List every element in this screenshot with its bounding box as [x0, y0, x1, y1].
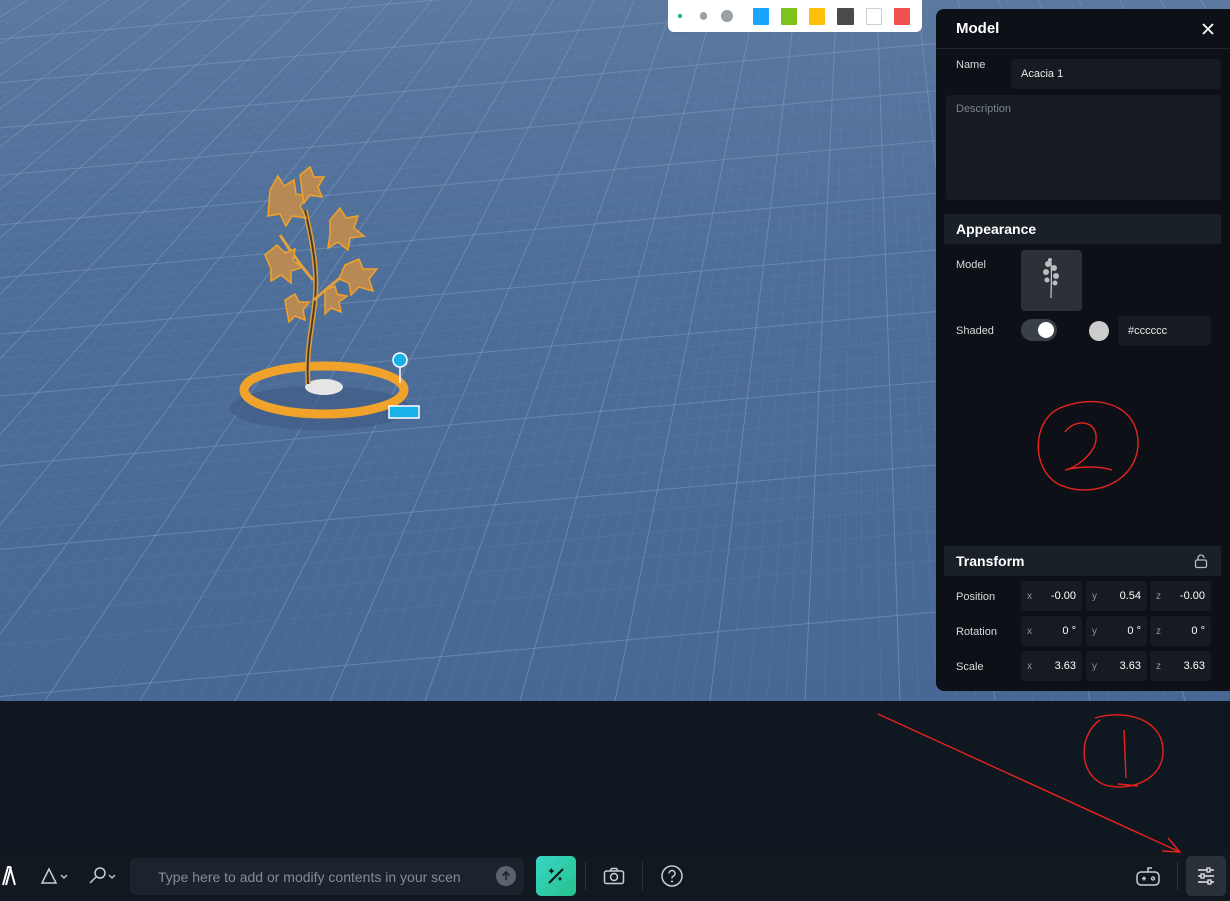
- settings-sliders-button[interactable]: [1186, 856, 1226, 896]
- sliders-icon: [1198, 867, 1214, 885]
- rotation-label: Rotation: [956, 626, 997, 638]
- plant-icon: [1043, 258, 1059, 299]
- color-swatch-red[interactable]: [893, 7, 910, 25]
- color-swatch-yellow[interactable]: [809, 7, 826, 25]
- brush-size-small[interactable]: [678, 14, 682, 18]
- color-swatch-dark-gray[interactable]: [837, 7, 854, 25]
- name-label: Name: [956, 59, 986, 71]
- rotation-z-field[interactable]: z 0 °: [1150, 616, 1211, 646]
- rotation-y-field[interactable]: y 0 °: [1086, 616, 1147, 646]
- plant-leaves: [264, 165, 379, 324]
- color-swatch-blue[interactable]: [752, 7, 770, 25]
- model-properties-panel: Model Name Appearance Model Shaded Trans…: [936, 9, 1230, 691]
- scale-y-field[interactable]: y 3.63: [1086, 651, 1147, 681]
- position-x-value: -0.00: [1050, 590, 1076, 602]
- shaded-toggle[interactable]: [1021, 319, 1057, 341]
- axis-x: x: [1027, 625, 1032, 637]
- rotation-x-value: 0 °: [1062, 625, 1076, 637]
- color-preview[interactable]: [1089, 321, 1109, 341]
- unlock-icon[interactable]: [1193, 553, 1209, 569]
- description-field[interactable]: [946, 95, 1221, 200]
- color-swatch-white[interactable]: [865, 7, 882, 25]
- brush-size-medium[interactable]: [699, 12, 708, 20]
- position-z-field[interactable]: z -0.00: [1150, 581, 1211, 611]
- axis-y: y: [1092, 660, 1097, 672]
- position-z-value: -0.00: [1179, 590, 1205, 602]
- send-button[interactable]: [496, 866, 516, 886]
- position-label: Position: [956, 591, 996, 603]
- scale-y-value: 3.63: [1119, 660, 1141, 672]
- axis-z: z: [1156, 660, 1161, 672]
- generate-button[interactable]: [536, 856, 576, 896]
- model-base: [305, 379, 343, 395]
- gizmo-handle[interactable]: [392, 352, 408, 368]
- position-y-value: 0.54: [1119, 590, 1141, 602]
- transform-section-header[interactable]: Transform: [944, 546, 1221, 576]
- search-tool-icon[interactable]: [84, 851, 118, 901]
- scale-z-field[interactable]: z 3.63: [1150, 651, 1211, 681]
- color-swatch-green[interactable]: [781, 7, 798, 25]
- rotation-y-value: 0 °: [1127, 625, 1141, 637]
- lower-panel-area: [0, 701, 1230, 851]
- scale-x-field[interactable]: x 3.63: [1021, 651, 1082, 681]
- scale-z-value: 3.63: [1183, 660, 1205, 672]
- axis-x: x: [1027, 590, 1032, 602]
- panel-title: Model: [956, 20, 1000, 37]
- model-label: Model: [956, 259, 986, 271]
- axis-x: x: [1027, 660, 1032, 672]
- divider: [642, 862, 643, 890]
- close-icon[interactable]: [1198, 19, 1218, 39]
- rotation-x-field[interactable]: x 0 °: [1021, 616, 1082, 646]
- name-field[interactable]: [1011, 59, 1221, 89]
- model-thumbnail[interactable]: [1021, 250, 1082, 311]
- toggle-knob: [1038, 322, 1054, 338]
- appearance-title: Appearance: [956, 221, 1037, 237]
- color-hex-field[interactable]: [1118, 316, 1211, 346]
- transform-title: Transform: [956, 553, 1025, 569]
- axis-y: y: [1092, 625, 1097, 637]
- gizmo-move-handle[interactable]: [388, 405, 420, 419]
- position-x-field[interactable]: x -0.00: [1021, 581, 1082, 611]
- camera-icon[interactable]: [598, 851, 630, 901]
- arrow-up-icon: [501, 870, 511, 880]
- shape-tool-icon[interactable]: [36, 851, 70, 901]
- help-icon[interactable]: [656, 851, 688, 901]
- divider: [1177, 862, 1178, 890]
- prompt-input[interactable]: [130, 858, 524, 895]
- panel-header: Model: [936, 9, 1230, 49]
- gamepad-icon[interactable]: [1132, 851, 1164, 901]
- axis-y: y: [1092, 590, 1097, 602]
- divider: [585, 862, 586, 890]
- appearance-section-header[interactable]: Appearance: [944, 214, 1221, 244]
- rotation-z-value: 0 °: [1191, 625, 1205, 637]
- app-logo-icon[interactable]: [0, 851, 18, 901]
- axis-z: z: [1156, 625, 1161, 637]
- axis-z: z: [1156, 590, 1161, 602]
- scale-label: Scale: [956, 661, 984, 673]
- scale-x-value: 3.63: [1054, 660, 1076, 672]
- color-palette-toolbar: [668, 0, 922, 32]
- shaded-label: Shaded: [956, 325, 994, 337]
- brush-size-large[interactable]: [721, 10, 733, 22]
- position-y-field[interactable]: y 0.54: [1086, 581, 1147, 611]
- magic-wand-icon: [548, 868, 564, 884]
